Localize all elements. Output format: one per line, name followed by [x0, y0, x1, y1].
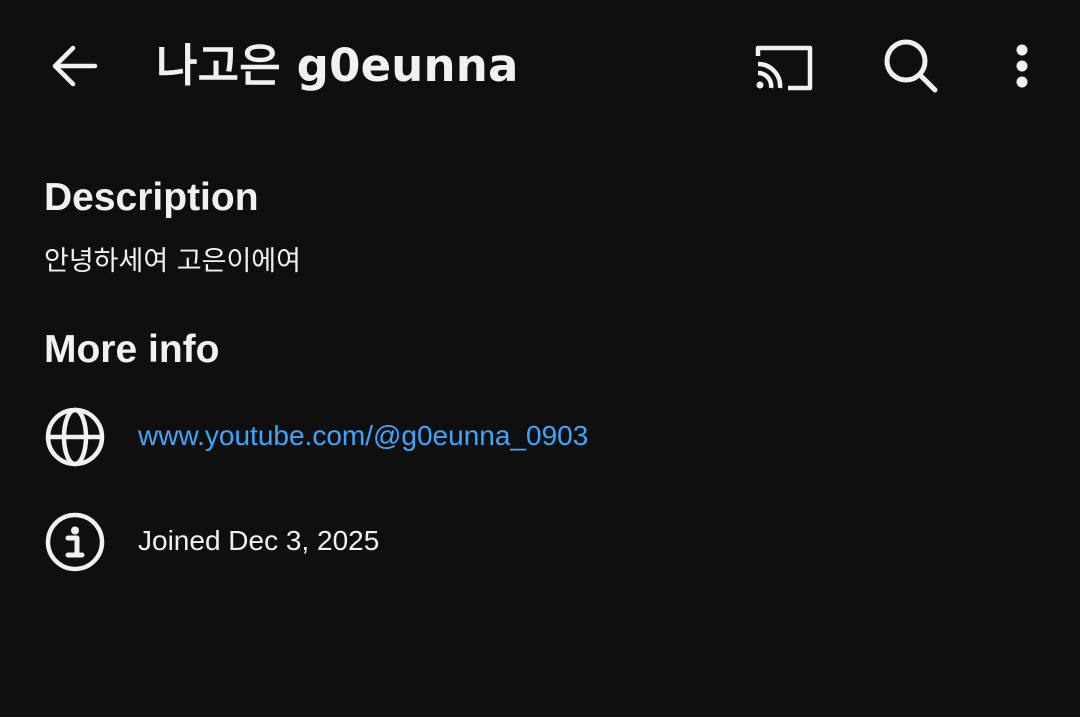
globe-icon [45, 407, 105, 467]
website-row[interactable]: www.youtube.com/@g0eunna_0903 [44, 406, 744, 468]
info-icon [45, 512, 105, 572]
more-vert-icon [1016, 44, 1028, 88]
website-link[interactable]: www.youtube.com/@g0eunna_0903 [138, 418, 588, 454]
search-icon [884, 39, 938, 93]
joined-row: Joined Dec 3, 2025 [44, 511, 744, 573]
cast-button[interactable] [748, 36, 820, 96]
more-options-button[interactable] [1000, 36, 1044, 96]
more-info-heading: More info [44, 328, 220, 371]
joined-date-text: Joined Dec 3, 2025 [138, 525, 380, 556]
description-text: 안녕하세여 고은이에여 [44, 246, 301, 277]
search-button[interactable] [876, 34, 946, 98]
cast-icon [755, 45, 813, 91]
description-heading: Description [44, 176, 259, 219]
page-title: 나고은 g0eunna [156, 39, 519, 92]
top-app-bar: 나고은 g0eunna [0, 0, 1080, 132]
back-button[interactable] [40, 36, 106, 96]
arrow-left-icon [52, 45, 98, 87]
